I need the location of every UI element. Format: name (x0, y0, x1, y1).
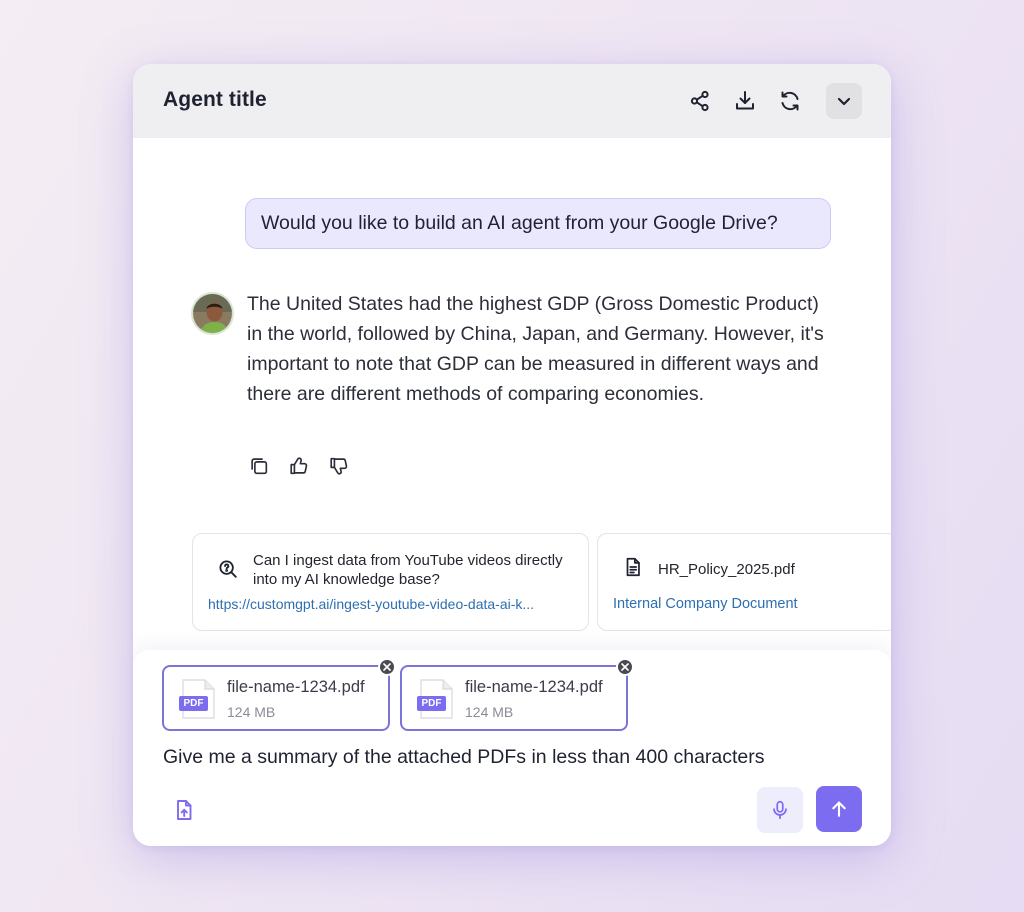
chat-card: Agent title Would you like to build an A (133, 64, 891, 846)
thumbs-up-icon (290, 457, 308, 475)
copy-icon (251, 458, 268, 475)
remove-attachment-button[interactable] (616, 658, 634, 676)
attachment-name: file-name-1234.pdf (465, 678, 603, 696)
message-composer: PDF file-name-1234.pdf 124 MB PDF file-n… (133, 650, 891, 846)
avatar (191, 292, 234, 335)
message-actions (247, 454, 351, 478)
close-icon (621, 663, 629, 671)
refresh-button[interactable] (772, 83, 808, 119)
arrow-up-icon (832, 801, 846, 817)
download-button[interactable] (727, 83, 763, 119)
source-title: Can I ingest data from YouTube videos di… (253, 552, 563, 588)
share-button[interactable] (682, 83, 718, 119)
user-message: Would you like to build an AI agent from… (245, 198, 831, 249)
upload-file-button[interactable] (169, 795, 199, 825)
agent-title: Agent title (163, 88, 267, 111)
close-icon (383, 663, 391, 671)
file-upload-icon (177, 800, 192, 820)
download-icon (736, 91, 754, 110)
prompt-input[interactable]: Give me a summary of the attached PDFs i… (163, 746, 863, 769)
send-button[interactable] (816, 786, 862, 832)
source-link[interactable]: https://customgpt.ai/ingest-youtube-vide… (208, 596, 578, 612)
thumbs-down-icon (330, 457, 348, 475)
collapse-button[interactable] (826, 83, 862, 119)
share-icon (690, 90, 709, 112)
chat-header: Agent title (133, 64, 891, 138)
attachment-size: 124 MB (465, 704, 514, 720)
attachment-chip[interactable]: PDF file-name-1234.pdf 124 MB (162, 658, 396, 731)
microphone-button[interactable] (757, 787, 803, 833)
source-card[interactable]: HR_Policy_2025.pdf Internal Company Docu… (597, 533, 891, 631)
microphone-icon (773, 800, 787, 820)
attachment-chip[interactable]: PDF file-name-1234.pdf 124 MB (400, 658, 634, 731)
file-icon (626, 557, 640, 577)
attachment-name: file-name-1234.pdf (227, 678, 365, 696)
refresh-icon (781, 91, 799, 111)
thumbs-up-button[interactable] (287, 454, 311, 478)
remove-attachment-button[interactable] (378, 658, 396, 676)
attachment-size: 124 MB (227, 704, 276, 720)
source-card[interactable]: Can I ingest data from YouTube videos di… (192, 533, 589, 631)
pdf-badge: PDF (183, 698, 204, 709)
pdf-badge: PDF (421, 698, 442, 709)
search-doc-icon (219, 560, 237, 578)
chevron-down-icon (837, 97, 851, 106)
source-title: HR_Policy_2025.pdf (658, 561, 795, 578)
assistant-message: The United States had the highest GDP (G… (247, 293, 824, 405)
source-subtitle[interactable]: Internal Company Document (613, 596, 891, 612)
thumbs-down-button[interactable] (327, 454, 351, 478)
copy-button[interactable] (247, 454, 271, 478)
